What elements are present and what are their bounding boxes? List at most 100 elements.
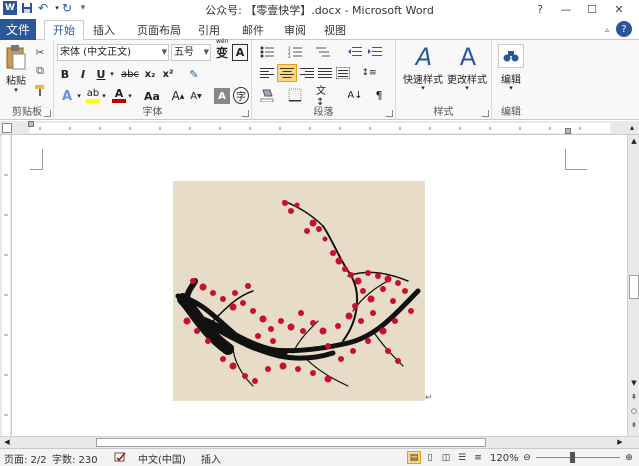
- aa-button[interactable]: Aa: [144, 88, 160, 104]
- underline-button[interactable]: U: [94, 67, 108, 81]
- document-canvas[interactable]: ↵: [12, 135, 627, 436]
- vertical-ruler[interactable]: [0, 135, 12, 436]
- tab-selector-icon[interactable]: [2, 123, 12, 133]
- paragraph-launcher-icon[interactable]: [386, 110, 393, 117]
- horizontal-scrollbar[interactable]: ◀ ▶: [0, 436, 639, 448]
- character-border-icon[interactable]: A: [232, 44, 248, 61]
- font-launcher-icon[interactable]: [242, 110, 249, 117]
- vertical-scroll-thumb[interactable]: [629, 275, 639, 299]
- format-painter-icon[interactable]: [33, 83, 47, 97]
- strikethrough-button[interactable]: abc: [120, 67, 140, 81]
- text-effects-dropdown-icon[interactable]: ▾: [75, 91, 83, 101]
- highlight-dropdown-icon[interactable]: ▾: [100, 91, 108, 101]
- tab-page-layout[interactable]: 页面布局: [130, 20, 188, 40]
- multilevel-list-icon[interactable]: [314, 44, 332, 60]
- grow-font-button[interactable]: A ▲: [170, 88, 186, 104]
- change-styles-label[interactable]: 更改样式: [442, 72, 492, 86]
- zoom-out-icon[interactable]: ⊖: [520, 451, 534, 464]
- bold-button[interactable]: B: [58, 67, 72, 81]
- word-count[interactable]: 字数: 230: [52, 451, 98, 466]
- copy-icon[interactable]: ⧉: [33, 64, 47, 78]
- help-icon[interactable]: ?: [616, 21, 632, 37]
- italic-button[interactable]: I: [76, 67, 90, 81]
- font-name-combo[interactable]: 宋体 (中文正文) ▼: [57, 44, 169, 61]
- paste-dropdown-icon[interactable]: ▾: [12, 86, 20, 94]
- horizontal-scroll-thumb[interactable]: [96, 438, 486, 447]
- scroll-right-icon[interactable]: ▶: [615, 438, 625, 448]
- line-spacing-icon[interactable]: ↕≡: [360, 65, 378, 81]
- subscript-button[interactable]: x₂: [142, 67, 158, 81]
- sort-icon[interactable]: A↓: [346, 86, 364, 104]
- font-color-icon[interactable]: A: [111, 87, 127, 104]
- previous-page-icon[interactable]: ⇞: [629, 393, 639, 403]
- decrease-indent-icon[interactable]: [346, 44, 364, 60]
- character-shading-icon[interactable]: A: [214, 88, 230, 104]
- quick-styles-label[interactable]: 快速样式: [398, 72, 448, 86]
- justify-icon[interactable]: [316, 65, 334, 81]
- language[interactable]: 中文(中国): [138, 451, 186, 466]
- zoom-level[interactable]: 120%: [490, 451, 519, 465]
- borders-icon[interactable]: [286, 86, 304, 104]
- tab-mailings[interactable]: 邮件: [236, 20, 270, 40]
- restore-button[interactable]: ☐: [578, 0, 606, 18]
- paste-label[interactable]: 粘贴: [3, 73, 29, 87]
- editing-dropdown-icon[interactable]: ▾: [507, 84, 515, 92]
- tab-home[interactable]: 开始: [44, 20, 84, 40]
- align-left-icon[interactable]: [258, 65, 276, 81]
- scroll-up-icon[interactable]: ▲: [629, 137, 639, 147]
- zoom-in-icon[interactable]: ⊕: [622, 451, 636, 464]
- distributed-icon[interactable]: [334, 65, 352, 81]
- highlight-icon[interactable]: ab: [85, 87, 101, 104]
- clipboard-launcher-icon[interactable]: [44, 110, 51, 117]
- ruler-toggle-icon[interactable]: ▴: [630, 123, 638, 133]
- minimize-ribbon-icon[interactable]: ▵: [600, 23, 614, 35]
- outline-icon[interactable]: ☰: [455, 451, 469, 464]
- tab-view[interactable]: 视图: [318, 20, 352, 40]
- scroll-down-icon[interactable]: ▼: [629, 379, 639, 389]
- font-color-dropdown-icon[interactable]: ▾: [126, 91, 134, 101]
- proofing-icon[interactable]: [113, 451, 127, 464]
- change-styles-icon[interactable]: A: [448, 42, 488, 72]
- superscript-button[interactable]: x²: [160, 67, 176, 81]
- text-effects-icon[interactable]: A: [58, 88, 76, 104]
- horizontal-ruler[interactable]: ▴: [0, 121, 639, 135]
- tab-review[interactable]: 审阅: [278, 20, 312, 40]
- first-line-indent-marker[interactable]: [28, 121, 34, 127]
- page-count[interactable]: 页面: 2/2: [4, 451, 47, 466]
- browse-object-icon[interactable]: ○: [629, 407, 639, 417]
- cut-icon[interactable]: ✂: [33, 45, 47, 59]
- underline-dropdown-icon[interactable]: ▾: [108, 69, 116, 79]
- font-size-combo[interactable]: 五号 ▼: [171, 44, 211, 61]
- paste-icon[interactable]: [3, 43, 29, 73]
- close-button[interactable]: ✕: [605, 0, 633, 18]
- insert-mode[interactable]: 插入: [201, 451, 221, 466]
- zoom-slider-track[interactable]: [536, 457, 620, 458]
- clear-formatting-icon[interactable]: ✎: [186, 66, 202, 82]
- web-layout-icon[interactable]: ◫: [439, 451, 453, 464]
- styles-launcher-icon[interactable]: [482, 110, 489, 117]
- bullets-icon[interactable]: [258, 44, 276, 60]
- sort-chinese-icon[interactable]: 文↕: [316, 86, 334, 108]
- numbering-icon[interactable]: 123: [286, 44, 304, 60]
- right-indent-marker[interactable]: [565, 128, 571, 134]
- plum-blossom-image[interactable]: [173, 181, 425, 401]
- scroll-left-icon[interactable]: ◀: [2, 438, 12, 448]
- tab-insert[interactable]: 插入: [87, 20, 121, 40]
- change-styles-dropdown-icon[interactable]: ▾: [463, 84, 471, 92]
- draft-icon[interactable]: ≡: [471, 451, 485, 464]
- tab-references[interactable]: 引用: [192, 20, 226, 40]
- binoculars-icon[interactable]: [498, 44, 524, 68]
- vertical-scrollbar[interactable]: ▲ ▼ ⇞ ○ ⇟: [627, 135, 639, 436]
- quick-styles-icon[interactable]: A: [404, 42, 444, 72]
- shrink-font-button[interactable]: A ▼: [188, 88, 204, 104]
- show-marks-icon[interactable]: ¶: [370, 86, 388, 104]
- print-layout-icon[interactable]: ▤: [407, 451, 421, 464]
- tab-file[interactable]: 文件: [0, 19, 36, 40]
- align-right-icon[interactable]: [298, 65, 316, 81]
- enclose-character-icon[interactable]: 字: [233, 87, 249, 104]
- editing-label[interactable]: 编辑: [494, 72, 528, 86]
- minimize-button[interactable]: —: [552, 0, 580, 18]
- quick-styles-dropdown-icon[interactable]: ▾: [419, 84, 427, 92]
- align-center-icon[interactable]: [277, 64, 297, 82]
- increase-indent-icon[interactable]: [366, 44, 384, 60]
